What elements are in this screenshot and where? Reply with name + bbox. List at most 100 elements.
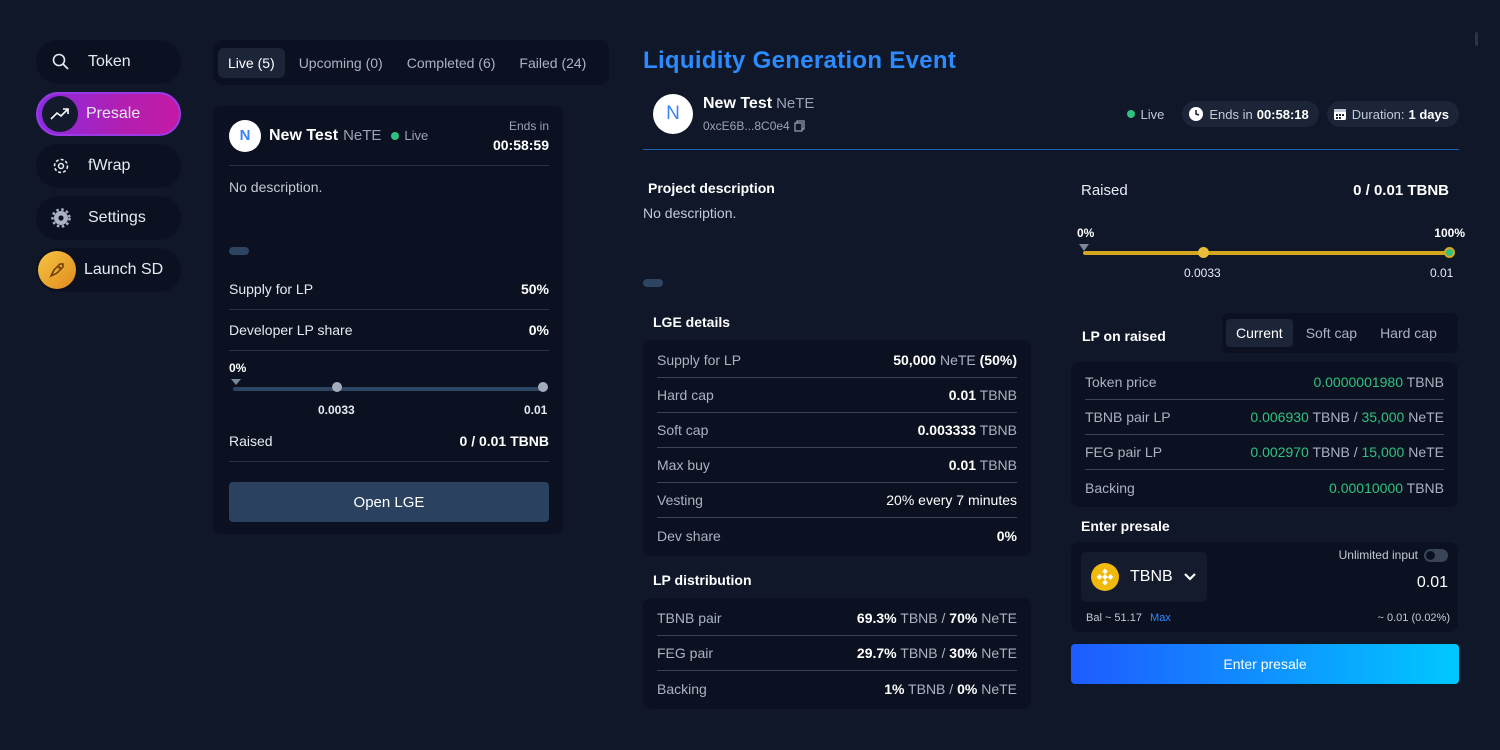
row-key: FEG pair	[657, 645, 714, 661]
row-value: 50%	[520, 281, 549, 297]
unlimited-input-toggle[interactable]: Unlimited input	[1339, 548, 1448, 563]
token-address[interactable]: 0xcE6B...8C0e4	[703, 119, 814, 133]
soft-cap-label: 0.0033	[1184, 266, 1221, 280]
project-description-title: Project description	[648, 180, 775, 196]
raised-value: 0 / 0.01 TBNB	[1353, 182, 1449, 199]
balance: Bal ~ 51.17 Max	[1086, 612, 1171, 624]
copy-icon[interactable]	[794, 120, 805, 132]
card-row-raised: Raised 0 / 0.01 TBNB	[229, 421, 549, 462]
progress-track	[233, 387, 543, 391]
duration-badge: Duration: 1 days	[1326, 101, 1459, 127]
search-icon	[48, 49, 74, 75]
presale-input-box: TBNB Unlimited input 0.01 Bal ~ 51.17 Ma…	[1071, 542, 1458, 632]
row-value: 0.003333 TBNB	[918, 422, 1017, 438]
row-value: 50,000 NeTE (50%)	[893, 352, 1017, 368]
value-number: 0.01	[948, 457, 977, 473]
raised-progress-bar: 0% 100% 0.0033 0.01	[1077, 226, 1465, 286]
value-a: 1%	[884, 680, 905, 697]
raised-label: Raised	[1081, 182, 1128, 199]
clock-icon	[1189, 107, 1204, 121]
row-value: 1% TBNB / 0% NeTE	[884, 681, 1017, 697]
value-number-2: 35,000	[1361, 409, 1405, 425]
address-text: 0xcE6B...8C0e4	[703, 119, 790, 133]
status-label: Live	[404, 128, 429, 143]
tab-upcoming[interactable]: Upcoming (0)	[289, 48, 393, 78]
chevron-down-icon	[1183, 573, 1196, 581]
row-value: 0%	[997, 528, 1017, 544]
ends-in-timer: 00:58:18	[1256, 106, 1309, 122]
nav-item-launch-sd[interactable]: Launch SD	[36, 248, 181, 292]
bar-end-label: 100%	[1434, 226, 1465, 240]
lp-row-token-price: Token price 0.0000001980 TBNB	[1085, 365, 1444, 400]
tag-pill	[229, 247, 249, 255]
token-name: New Test	[703, 95, 773, 112]
row-key: Vesting	[657, 492, 703, 508]
hard-cap-label: 0.01	[524, 403, 548, 417]
row-key: TBNB pair LP	[1085, 409, 1171, 425]
ends-in-label: Ends in	[1209, 106, 1253, 122]
max-button[interactable]: Max	[1150, 612, 1171, 624]
token-symbol: TBNB	[1130, 568, 1173, 585]
tab-live[interactable]: Live (5)	[218, 47, 285, 78]
row-key: Supply for LP	[229, 281, 314, 297]
scrollbar[interactable]	[1475, 32, 1478, 46]
soft-cap-marker	[1198, 247, 1209, 258]
nav-item-label: Presale	[86, 105, 141, 122]
tab-hard-cap[interactable]: Hard cap	[1370, 319, 1447, 347]
ends-in-badge: Ends in 00:58:18	[1182, 101, 1319, 127]
nav-item-settings[interactable]: Settings	[36, 196, 181, 240]
toggle-switch[interactable]	[1424, 549, 1448, 563]
open-lge-button[interactable]: Open LGE	[229, 482, 549, 522]
row-key: TBNB pair	[657, 610, 722, 626]
row-key: Developer LP share	[229, 322, 353, 338]
amount-input[interactable]: 0.01	[1417, 574, 1448, 592]
value-number: 50,000	[893, 352, 937, 368]
card-description: No description.	[229, 179, 323, 195]
value-b: 30%	[949, 645, 978, 661]
unit-a: TBNB /	[904, 680, 958, 697]
row-value: 0.01 TBNB	[949, 387, 1017, 403]
tab-current[interactable]: Current	[1226, 319, 1293, 347]
value-number: 0.006930	[1250, 409, 1309, 425]
nav-item-label: fWrap	[88, 157, 131, 174]
lge-details-title: LGE details	[653, 314, 731, 330]
row-value: 69.3% TBNB / 70% NeTE	[857, 610, 1017, 626]
value-unit: TBNB	[976, 457, 1017, 473]
nav-item-presale[interactable]: Presale	[36, 92, 181, 136]
row-key: Max buy	[657, 457, 710, 473]
progress-track	[1083, 251, 1449, 255]
token-avatar: N	[229, 119, 261, 152]
tab-soft-cap[interactable]: Soft cap	[1296, 319, 1367, 347]
value-number-2: 15,000	[1361, 444, 1405, 460]
lge-row-supply: Supply for LP 50,000 NeTE (50%)	[657, 343, 1017, 378]
token-avatar: N	[653, 94, 693, 134]
presale-card[interactable]: N New Test NeTE Live Ends in 00:58:59 No…	[213, 106, 563, 534]
value-unit: TBNB	[1403, 479, 1444, 496]
ends-in-timer: 00:58:59	[492, 136, 549, 153]
duration-value: 1 days	[1408, 106, 1449, 122]
lp-dist-row-backing: Backing 1% TBNB / 0% NeTE	[657, 671, 1017, 706]
nav-item-fwrap[interactable]: fWrap	[36, 144, 181, 188]
row-value: 0 / 0.01 TBNB	[459, 433, 549, 449]
tab-failed[interactable]: Failed (24)	[509, 48, 596, 78]
tab-completed[interactable]: Completed (6)	[397, 48, 506, 78]
ends-in-label: Ends in	[508, 118, 549, 133]
calendar-icon	[1333, 109, 1346, 120]
value-text: 20% every 7 minutes	[886, 492, 1017, 508]
value-unit-2: NeTE	[1404, 444, 1444, 460]
nav-item-token[interactable]: Token	[36, 40, 181, 84]
balance-text: Bal ~ 51.17	[1086, 612, 1142, 624]
lp-on-raised-title: LP on raised	[1082, 328, 1166, 344]
enter-presale-button[interactable]: Enter presale	[1071, 644, 1459, 684]
unit-b: NeTE	[977, 610, 1017, 626]
value-b: 70%	[949, 610, 978, 626]
row-key: Token price	[1085, 374, 1157, 390]
token-selector[interactable]: TBNB	[1081, 552, 1207, 602]
token-symbol: NeTE	[343, 127, 382, 144]
status-badges: Live Ends in 00:58:18 Duration: 1 days	[1113, 101, 1459, 127]
row-key: Supply for LP	[657, 352, 742, 368]
ends-in: Ends in 00:58:59	[493, 119, 549, 153]
lge-row-max-buy: Max buy 0.01 TBNB	[657, 448, 1017, 483]
lp-dist-row-feg: FEG pair 29.7% TBNB / 30% NeTE	[657, 636, 1017, 671]
lp-on-raised-table: Token price 0.0000001980 TBNB TBNB pair L…	[1071, 362, 1458, 507]
